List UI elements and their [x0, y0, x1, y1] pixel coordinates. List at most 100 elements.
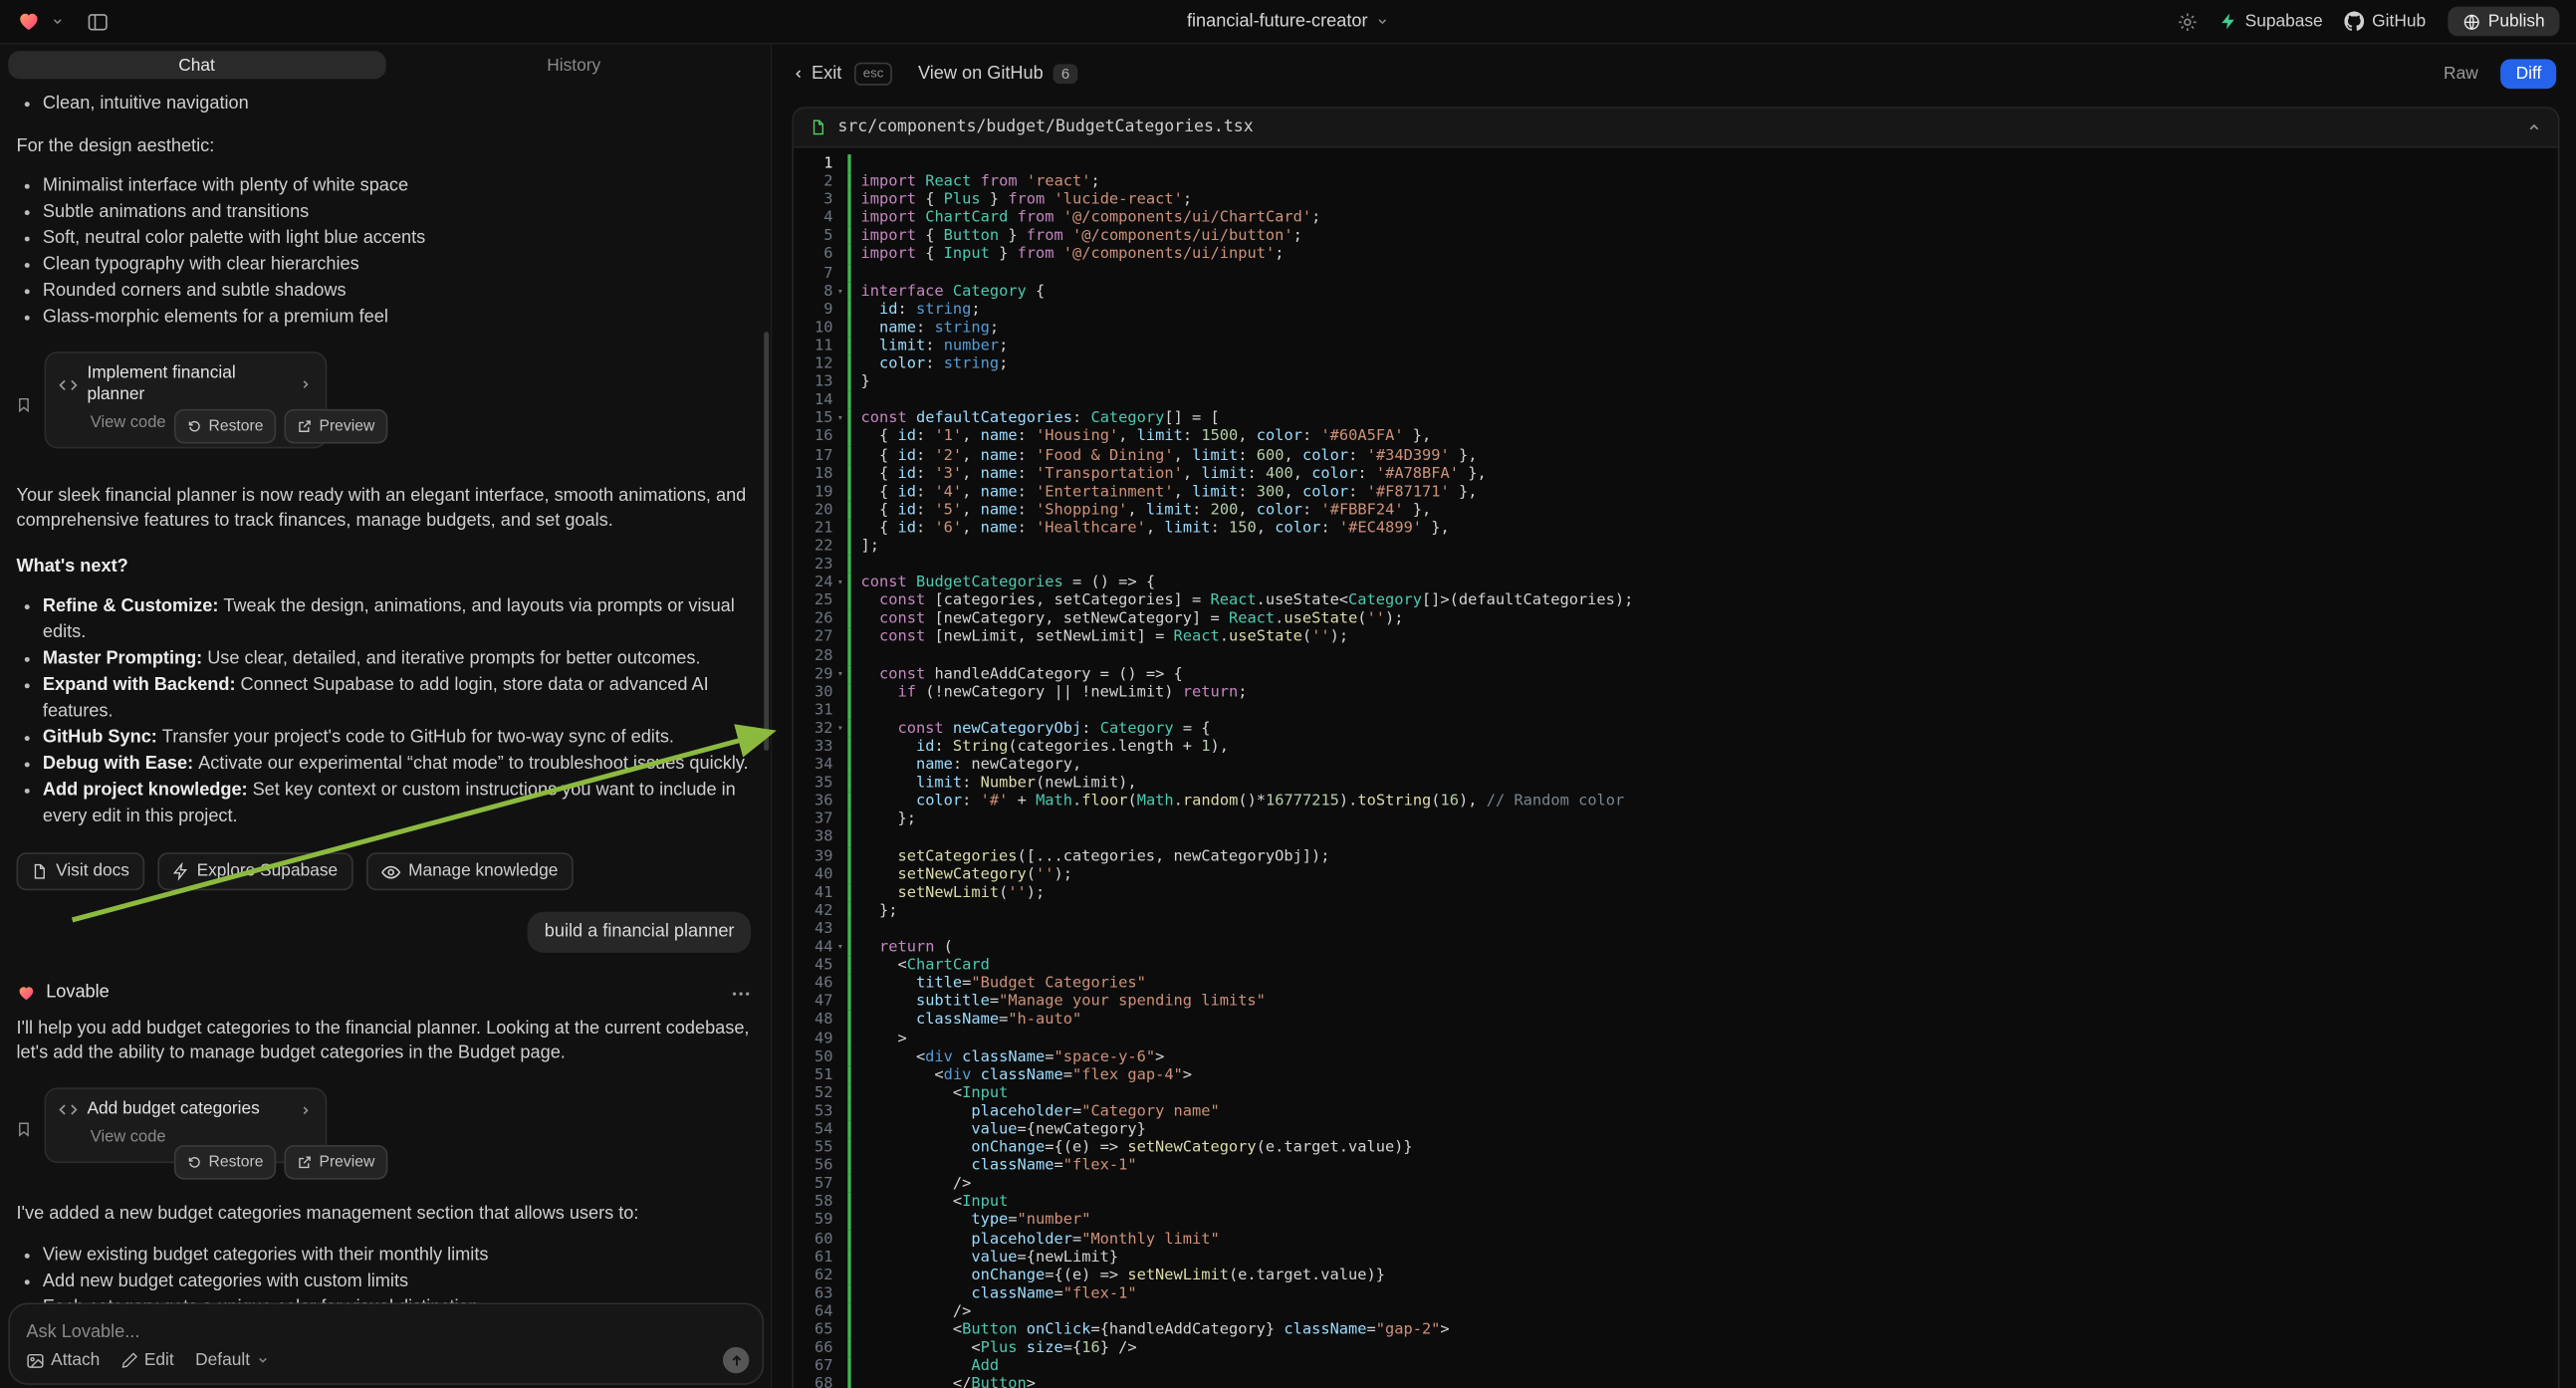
fold-chevron-icon[interactable]: ▾ [832, 665, 847, 683]
publish-button[interactable]: Publish [2448, 7, 2560, 37]
code-text: type="number" [847, 1212, 1090, 1230]
bullet-dot [25, 210, 30, 215]
line-number: 5 [794, 227, 833, 245]
code-text [847, 154, 860, 172]
sidebar-toggle-icon[interactable] [87, 11, 108, 32]
line-number: 63 [794, 1284, 833, 1302]
code-line: 55 onChange={(e) => setNewCategory(e.tar… [794, 1138, 2558, 1156]
fold-chevron-icon[interactable]: ▾ [832, 282, 847, 300]
list-item: Rounded corners and subtle shadows [16, 278, 750, 304]
exit-button[interactable]: Exit [792, 64, 841, 84]
explore-supabase-button[interactable]: Explore Supabase [157, 852, 352, 890]
fold-gutter [832, 1320, 847, 1338]
code-text: return ( [847, 938, 953, 956]
fold-gutter [832, 1157, 847, 1175]
chat-messages[interactable]: Clean, intuitive navigation For the desi… [0, 82, 771, 1388]
line-number: 8 [794, 282, 833, 300]
line-number: 66 [794, 1339, 833, 1357]
project-name: financial-future-creator [1187, 12, 1368, 32]
fold-chevron-icon[interactable]: ▾ [832, 719, 847, 737]
bullet-dot [25, 316, 30, 321]
model-mode-selector[interactable]: Default [195, 1350, 270, 1370]
tab-history[interactable]: History [385, 51, 763, 79]
code-line: 44▾ return ( [794, 938, 2558, 956]
fold-gutter [832, 1102, 847, 1120]
fold-gutter [832, 1357, 847, 1375]
diff-toggle-button[interactable]: Diff [2501, 59, 2556, 89]
chat-input[interactable] [26, 1322, 673, 1342]
fold-gutter [832, 337, 847, 354]
bullet-dot [25, 184, 30, 189]
lovable-logo-heart-icon[interactable] [16, 10, 41, 33]
restore-button[interactable]: Restore [174, 1145, 277, 1180]
preview-button[interactable]: Preview [285, 1145, 388, 1180]
line-number: 38 [794, 828, 833, 846]
line-number: 58 [794, 1193, 833, 1211]
line-number: 37 [794, 810, 833, 828]
line-number: 60 [794, 1230, 833, 1248]
next-steps-list: Refine & Customize:Tweak the design, ani… [16, 593, 750, 830]
fold-chevron-icon[interactable]: ▾ [832, 938, 847, 956]
code-text: const [categories, setCategories] = Reac… [847, 591, 1633, 609]
bookmark-icon[interactable] [16, 359, 31, 448]
code-text: ]; [847, 537, 879, 555]
bookmark-icon[interactable] [16, 1095, 31, 1163]
chat-tabs: Chat History [8, 51, 762, 79]
code-line: 20 { id: '5', name: 'Shopping', limit: 2… [794, 501, 2558, 519]
code-text: import { Plus } from 'lucide-react'; [847, 191, 1192, 209]
supabase-button[interactable]: Supabase [2219, 12, 2322, 32]
code-line: 53 placeholder="Category name" [794, 1102, 2558, 1120]
settings-gear-icon[interactable] [2176, 11, 2197, 32]
code-line: 48 className="h-auto" [794, 1011, 2558, 1029]
code-line: 60 placeholder="Monthly limit" [794, 1230, 2558, 1248]
manage-knowledge-button[interactable]: Manage knowledge [365, 852, 573, 890]
file-header[interactable]: src/components/budget/BudgetCategories.t… [794, 109, 2558, 148]
chat-scrollbar[interactable] [764, 332, 769, 751]
code-line: 65 <Button onClick={handleAddCategory} c… [794, 1320, 2558, 1338]
code-line: 31 [794, 701, 2558, 719]
chevron-up-icon[interactable] [2527, 119, 2542, 134]
line-number: 17 [794, 446, 833, 464]
line-number: 7 [794, 264, 833, 282]
send-button[interactable] [723, 1347, 749, 1373]
list-item: Master Prompting:Use clear, detailed, an… [16, 645, 750, 671]
fold-gutter [832, 464, 847, 482]
restore-button[interactable]: Restore [174, 409, 277, 444]
line-number: 49 [794, 1030, 833, 1047]
edit-mode-button[interactable]: Edit [121, 1350, 174, 1370]
code-line: 51 <div className="flex gap-4"> [794, 1065, 2558, 1083]
github-button[interactable]: GitHub [2344, 12, 2426, 32]
tab-chat[interactable]: Chat [8, 51, 385, 79]
code-text: <Button onClick={handleAddCategory} clas… [847, 1320, 1449, 1338]
code-text: placeholder="Category name" [847, 1102, 1219, 1120]
code-line: 58 <Input [794, 1193, 2558, 1211]
lovable-heart-icon [16, 984, 36, 1002]
view-on-github-tab[interactable]: View on GitHub 6 [918, 64, 1077, 84]
line-number: 20 [794, 501, 833, 519]
line-number: 1 [794, 154, 833, 172]
preview-button[interactable]: Preview [285, 409, 388, 444]
code-text: interface Category { [847, 282, 1045, 300]
list-item: Expand with Backend:Connect Supabase to … [16, 672, 750, 725]
fold-chevron-icon[interactable]: ▾ [832, 409, 847, 427]
code-text: <ChartCard [847, 956, 990, 974]
visit-docs-button[interactable]: Visit docs [16, 852, 143, 890]
code-line: 37 }; [794, 810, 2558, 828]
project-name-menu[interactable]: financial-future-creator [1187, 12, 1389, 32]
code-text: }; [847, 902, 897, 920]
code-line: 3import { Plus } from 'lucide-react'; [794, 191, 2558, 209]
line-number: 26 [794, 610, 833, 628]
line-number: 45 [794, 956, 833, 974]
fold-gutter [832, 1011, 847, 1029]
chevron-down-icon[interactable] [51, 15, 64, 28]
fold-gutter [832, 738, 847, 756]
bullet-dot [25, 1254, 30, 1259]
line-number: 18 [794, 464, 833, 482]
attach-button[interactable]: Attach [26, 1350, 100, 1370]
code-editor[interactable]: 12import React from 'react';3import { Pl… [794, 147, 2558, 1388]
fold-chevron-icon[interactable]: ▾ [832, 574, 847, 591]
design-intro: For the design aesthetic: [16, 134, 750, 159]
raw-toggle-button[interactable]: Raw [2431, 59, 2491, 89]
code-text: color: '#' + Math.floor(Math.random()*16… [847, 793, 1624, 810]
more-options-icon[interactable] [731, 990, 751, 997]
